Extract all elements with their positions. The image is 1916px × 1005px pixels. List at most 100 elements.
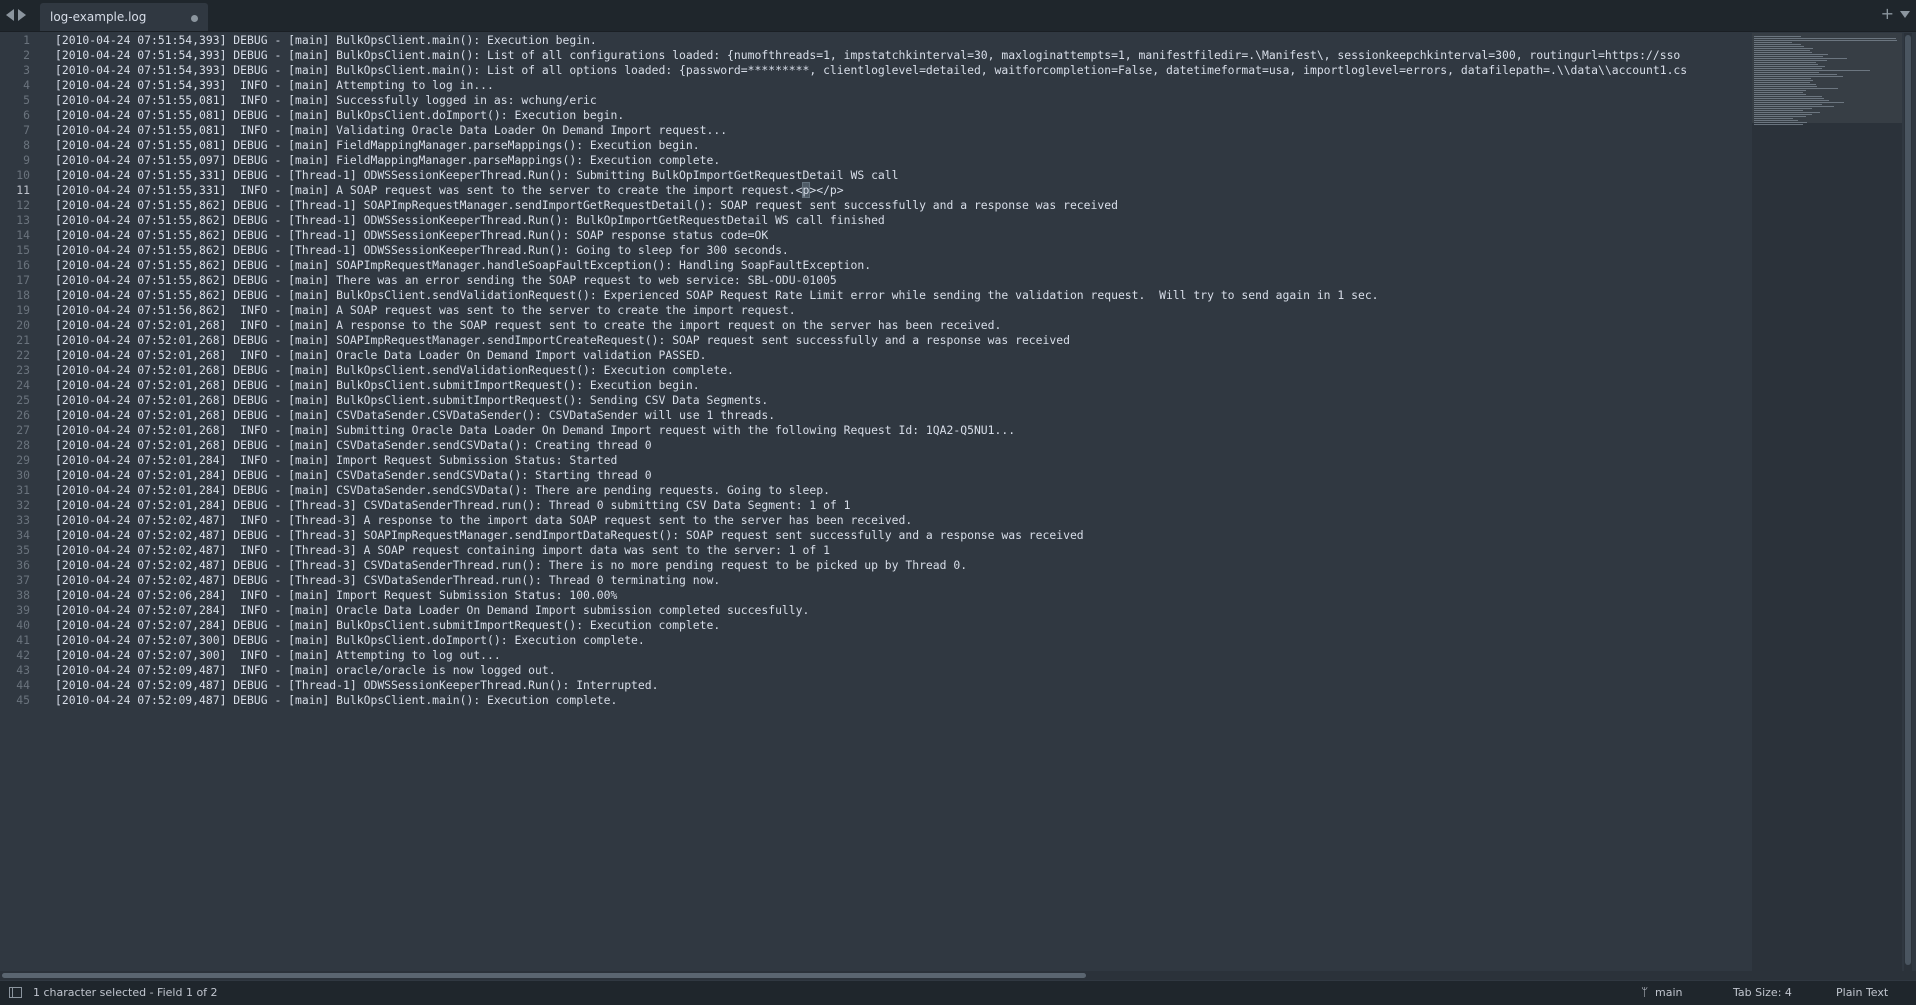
editor-line[interactable]: 8 [2010-04-24 07:51:55,081] DEBUG - [main… <box>0 138 1752 153</box>
line-text[interactable]: [2010-04-24 07:52:01,284] INFO - [main] … <box>55 453 617 468</box>
line-text[interactable]: [2010-04-24 07:51:55,331] DEBUG - [Threa… <box>55 168 899 183</box>
line-text[interactable]: [2010-04-24 07:51:55,097] DEBUG - [main]… <box>55 153 720 168</box>
line-text[interactable]: [2010-04-24 07:52:02,487] INFO - [Thread… <box>55 513 912 528</box>
editor-line[interactable]: 16 [2010-04-24 07:51:55,862] DEBUG - [mai… <box>0 258 1752 273</box>
editor-line[interactable]: 21 [2010-04-24 07:52:01,268] DEBUG - [mai… <box>0 333 1752 348</box>
line-text[interactable]: [2010-04-24 07:52:09,487] INFO - [main] … <box>55 663 556 678</box>
vertical-scrollbar[interactable] <box>1904 33 1912 971</box>
line-text[interactable]: [2010-04-24 07:52:07,284] DEBUG - [main]… <box>55 618 720 633</box>
editor-line[interactable]: 25 [2010-04-24 07:52:01,268] DEBUG - [mai… <box>0 393 1752 408</box>
line-text[interactable]: [2010-04-24 07:51:55,862] DEBUG - [main]… <box>55 288 1379 303</box>
line-text[interactable]: [2010-04-24 07:52:01,284] DEBUG - [Threa… <box>55 498 851 513</box>
line-text[interactable]: [2010-04-24 07:52:07,300] DEBUG - [main]… <box>55 633 645 648</box>
line-text[interactable]: [2010-04-24 07:51:55,331] INFO - [main] … <box>55 182 844 198</box>
line-text[interactable]: [2010-04-24 07:51:55,081] DEBUG - [main]… <box>55 108 624 123</box>
chevron-right-icon[interactable] <box>18 9 26 21</box>
line-text[interactable]: [2010-04-24 07:52:01,268] INFO - [main] … <box>55 348 707 363</box>
editor-line[interactable]: 26 [2010-04-24 07:52:01,268] DEBUG - [mai… <box>0 408 1752 423</box>
text-editor[interactable]: 1 [2010-04-24 07:51:54,393] DEBUG - [main… <box>0 33 1752 971</box>
editor-line[interactable]: 11 [2010-04-24 07:51:55,331] INFO - [main… <box>0 182 1752 198</box>
unsaved-dot-icon[interactable] <box>191 15 198 22</box>
editor-line[interactable]: 14 [2010-04-24 07:51:55,862] DEBUG - [Thr… <box>0 228 1752 243</box>
vertical-scrollbar-thumb[interactable] <box>1905 35 1911 965</box>
tab-size[interactable]: Tab Size: 4 <box>1733 986 1792 999</box>
editor-line[interactable]: 5 [2010-04-24 07:51:55,081] INFO - [main]… <box>0 93 1752 108</box>
editor-line[interactable]: 2 [2010-04-24 07:51:54,393] DEBUG - [main… <box>0 48 1752 63</box>
line-text[interactable]: [2010-04-24 07:52:02,487] INFO - [Thread… <box>55 543 830 558</box>
line-text[interactable]: [2010-04-24 07:52:02,487] DEBUG - [Threa… <box>55 573 720 588</box>
line-text[interactable]: [2010-04-24 07:51:54,393] DEBUG - [main]… <box>55 48 1680 63</box>
tab-log-example[interactable]: log-example.log <box>40 3 208 31</box>
editor-line[interactable]: 4 [2010-04-24 07:51:54,393] INFO - [main]… <box>0 78 1752 93</box>
editor-line[interactable]: 32 [2010-04-24 07:52:01,284] DEBUG - [Thr… <box>0 498 1752 513</box>
line-text[interactable]: [2010-04-24 07:52:01,284] DEBUG - [main]… <box>55 483 830 498</box>
line-text[interactable]: [2010-04-24 07:52:01,284] DEBUG - [main]… <box>55 468 652 483</box>
editor-line[interactable]: 19 [2010-04-24 07:51:56,862] INFO - [main… <box>0 303 1752 318</box>
editor-line[interactable]: 17 [2010-04-24 07:51:55,862] DEBUG - [mai… <box>0 273 1752 288</box>
line-text[interactable]: [2010-04-24 07:51:54,393] DEBUG - [main]… <box>55 63 1687 78</box>
editor-line[interactable]: 6 [2010-04-24 07:51:55,081] DEBUG - [main… <box>0 108 1752 123</box>
editor-line[interactable]: 43 [2010-04-24 07:52:09,487] INFO - [main… <box>0 663 1752 678</box>
editor-line[interactable]: 33 [2010-04-24 07:52:02,487] INFO - [Thre… <box>0 513 1752 528</box>
editor-line[interactable]: 12 [2010-04-24 07:51:55,862] DEBUG - [Thr… <box>0 198 1752 213</box>
line-text[interactable]: [2010-04-24 07:51:55,862] DEBUG - [Threa… <box>55 213 885 228</box>
line-text[interactable]: [2010-04-24 07:52:09,487] DEBUG - [Threa… <box>55 678 658 693</box>
line-text[interactable]: [2010-04-24 07:52:02,487] DEBUG - [Threa… <box>55 528 1084 543</box>
editor-line[interactable]: 35 [2010-04-24 07:52:02,487] INFO - [Thre… <box>0 543 1752 558</box>
line-text[interactable]: [2010-04-24 07:52:01,268] INFO - [main] … <box>55 423 1015 438</box>
editor-line[interactable]: 13 [2010-04-24 07:51:55,862] DEBUG - [Thr… <box>0 213 1752 228</box>
line-text[interactable]: [2010-04-24 07:52:01,268] DEBUG - [main]… <box>55 438 652 453</box>
horizontal-scrollbar-thumb[interactable] <box>2 973 1086 978</box>
line-text[interactable]: [2010-04-24 07:51:55,862] DEBUG - [main]… <box>55 273 837 288</box>
editor-line[interactable]: 45 [2010-04-24 07:52:09,487] DEBUG - [mai… <box>0 693 1752 708</box>
editor-line[interactable]: 10 [2010-04-24 07:51:55,331] DEBUG - [Thr… <box>0 168 1752 183</box>
minimap[interactable] <box>1752 33 1902 971</box>
editor-line[interactable]: 40 [2010-04-24 07:52:07,284] DEBUG - [mai… <box>0 618 1752 633</box>
editor-line[interactable]: 22 [2010-04-24 07:52:01,268] INFO - [main… <box>0 348 1752 363</box>
chevron-left-icon[interactable] <box>6 9 14 21</box>
line-text[interactable]: [2010-04-24 07:52:01,268] DEBUG - [main]… <box>55 393 768 408</box>
line-text[interactable]: [2010-04-24 07:52:02,487] DEBUG - [Threa… <box>55 558 967 573</box>
editor-line[interactable]: 41 [2010-04-24 07:52:07,300] DEBUG - [mai… <box>0 633 1752 648</box>
line-text[interactable]: [2010-04-24 07:52:01,268] INFO - [main] … <box>55 318 1001 333</box>
line-text[interactable]: [2010-04-24 07:52:01,268] DEBUG - [main]… <box>55 333 1070 348</box>
editor-line[interactable]: 9 [2010-04-24 07:51:55,097] DEBUG - [main… <box>0 153 1752 168</box>
line-text[interactable]: [2010-04-24 07:51:55,862] DEBUG - [Threa… <box>55 198 1118 213</box>
editor-line[interactable]: 20 [2010-04-24 07:52:01,268] INFO - [main… <box>0 318 1752 333</box>
horizontal-scrollbar[interactable] <box>0 971 1916 980</box>
editor-line[interactable]: 44 [2010-04-24 07:52:09,487] DEBUG - [Thr… <box>0 678 1752 693</box>
editor-line[interactable]: 30 [2010-04-24 07:52:01,284] DEBUG - [mai… <box>0 468 1752 483</box>
editor-line[interactable]: 24 [2010-04-24 07:52:01,268] DEBUG - [mai… <box>0 378 1752 393</box>
line-text[interactable]: [2010-04-24 07:51:54,393] DEBUG - [main]… <box>55 33 597 48</box>
editor-line[interactable]: 37 [2010-04-24 07:52:02,487] DEBUG - [Thr… <box>0 573 1752 588</box>
editor-line[interactable]: 34 [2010-04-24 07:52:02,487] DEBUG - [Thr… <box>0 528 1752 543</box>
editor-line[interactable]: 27 [2010-04-24 07:52:01,268] INFO - [main… <box>0 423 1752 438</box>
chevron-down-icon[interactable] <box>1900 11 1910 18</box>
editor-line[interactable]: 23 [2010-04-24 07:52:01,268] DEBUG - [mai… <box>0 363 1752 378</box>
editor-line[interactable]: 38 [2010-04-24 07:52:06,284] INFO - [main… <box>0 588 1752 603</box>
editor-line[interactable]: 18 [2010-04-24 07:51:55,862] DEBUG - [mai… <box>0 288 1752 303</box>
line-text[interactable]: [2010-04-24 07:51:55,862] DEBUG - [Threa… <box>55 243 789 258</box>
line-text[interactable]: [2010-04-24 07:52:09,487] DEBUG - [main]… <box>55 693 617 708</box>
sidebar-toggle-icon[interactable] <box>9 987 22 998</box>
editor-line[interactable]: 42 [2010-04-24 07:52:07,300] INFO - [main… <box>0 648 1752 663</box>
line-text[interactable]: [2010-04-24 07:52:01,268] DEBUG - [main]… <box>55 408 775 423</box>
editor-line[interactable]: 39 [2010-04-24 07:52:07,284] INFO - [main… <box>0 603 1752 618</box>
editor-line[interactable]: 15 [2010-04-24 07:51:55,862] DEBUG - [Thr… <box>0 243 1752 258</box>
editor-line[interactable]: 1 [2010-04-24 07:51:54,393] DEBUG - [main… <box>0 33 1752 48</box>
editor-line[interactable]: 29 [2010-04-24 07:52:01,284] INFO - [main… <box>0 453 1752 468</box>
line-text[interactable]: [2010-04-24 07:52:01,268] DEBUG - [main]… <box>55 378 700 393</box>
plus-icon[interactable]: + <box>1881 4 1894 24</box>
editor-line[interactable]: 7 [2010-04-24 07:51:55,081] INFO - [main]… <box>0 123 1752 138</box>
line-text[interactable]: [2010-04-24 07:51:54,393] INFO - [main] … <box>55 78 494 93</box>
line-text[interactable]: [2010-04-24 07:51:55,081] DEBUG - [main]… <box>55 138 700 153</box>
editor-line[interactable]: 3 [2010-04-24 07:51:54,393] DEBUG - [main… <box>0 63 1752 78</box>
editor-line[interactable]: 28 [2010-04-24 07:52:01,268] DEBUG - [mai… <box>0 438 1752 453</box>
line-text[interactable]: [2010-04-24 07:51:56,862] INFO - [main] … <box>55 303 796 318</box>
editor-line[interactable]: 31 [2010-04-24 07:52:01,284] DEBUG - [mai… <box>0 483 1752 498</box>
line-text[interactable]: [2010-04-24 07:51:55,862] DEBUG - [main]… <box>55 258 871 273</box>
editor-line[interactable]: 36 [2010-04-24 07:52:02,487] DEBUG - [Thr… <box>0 558 1752 573</box>
line-text[interactable]: [2010-04-24 07:51:55,081] INFO - [main] … <box>55 123 727 138</box>
line-text[interactable]: [2010-04-24 07:51:55,862] DEBUG - [Threa… <box>55 228 768 243</box>
git-branch[interactable]: main <box>1655 986 1682 999</box>
